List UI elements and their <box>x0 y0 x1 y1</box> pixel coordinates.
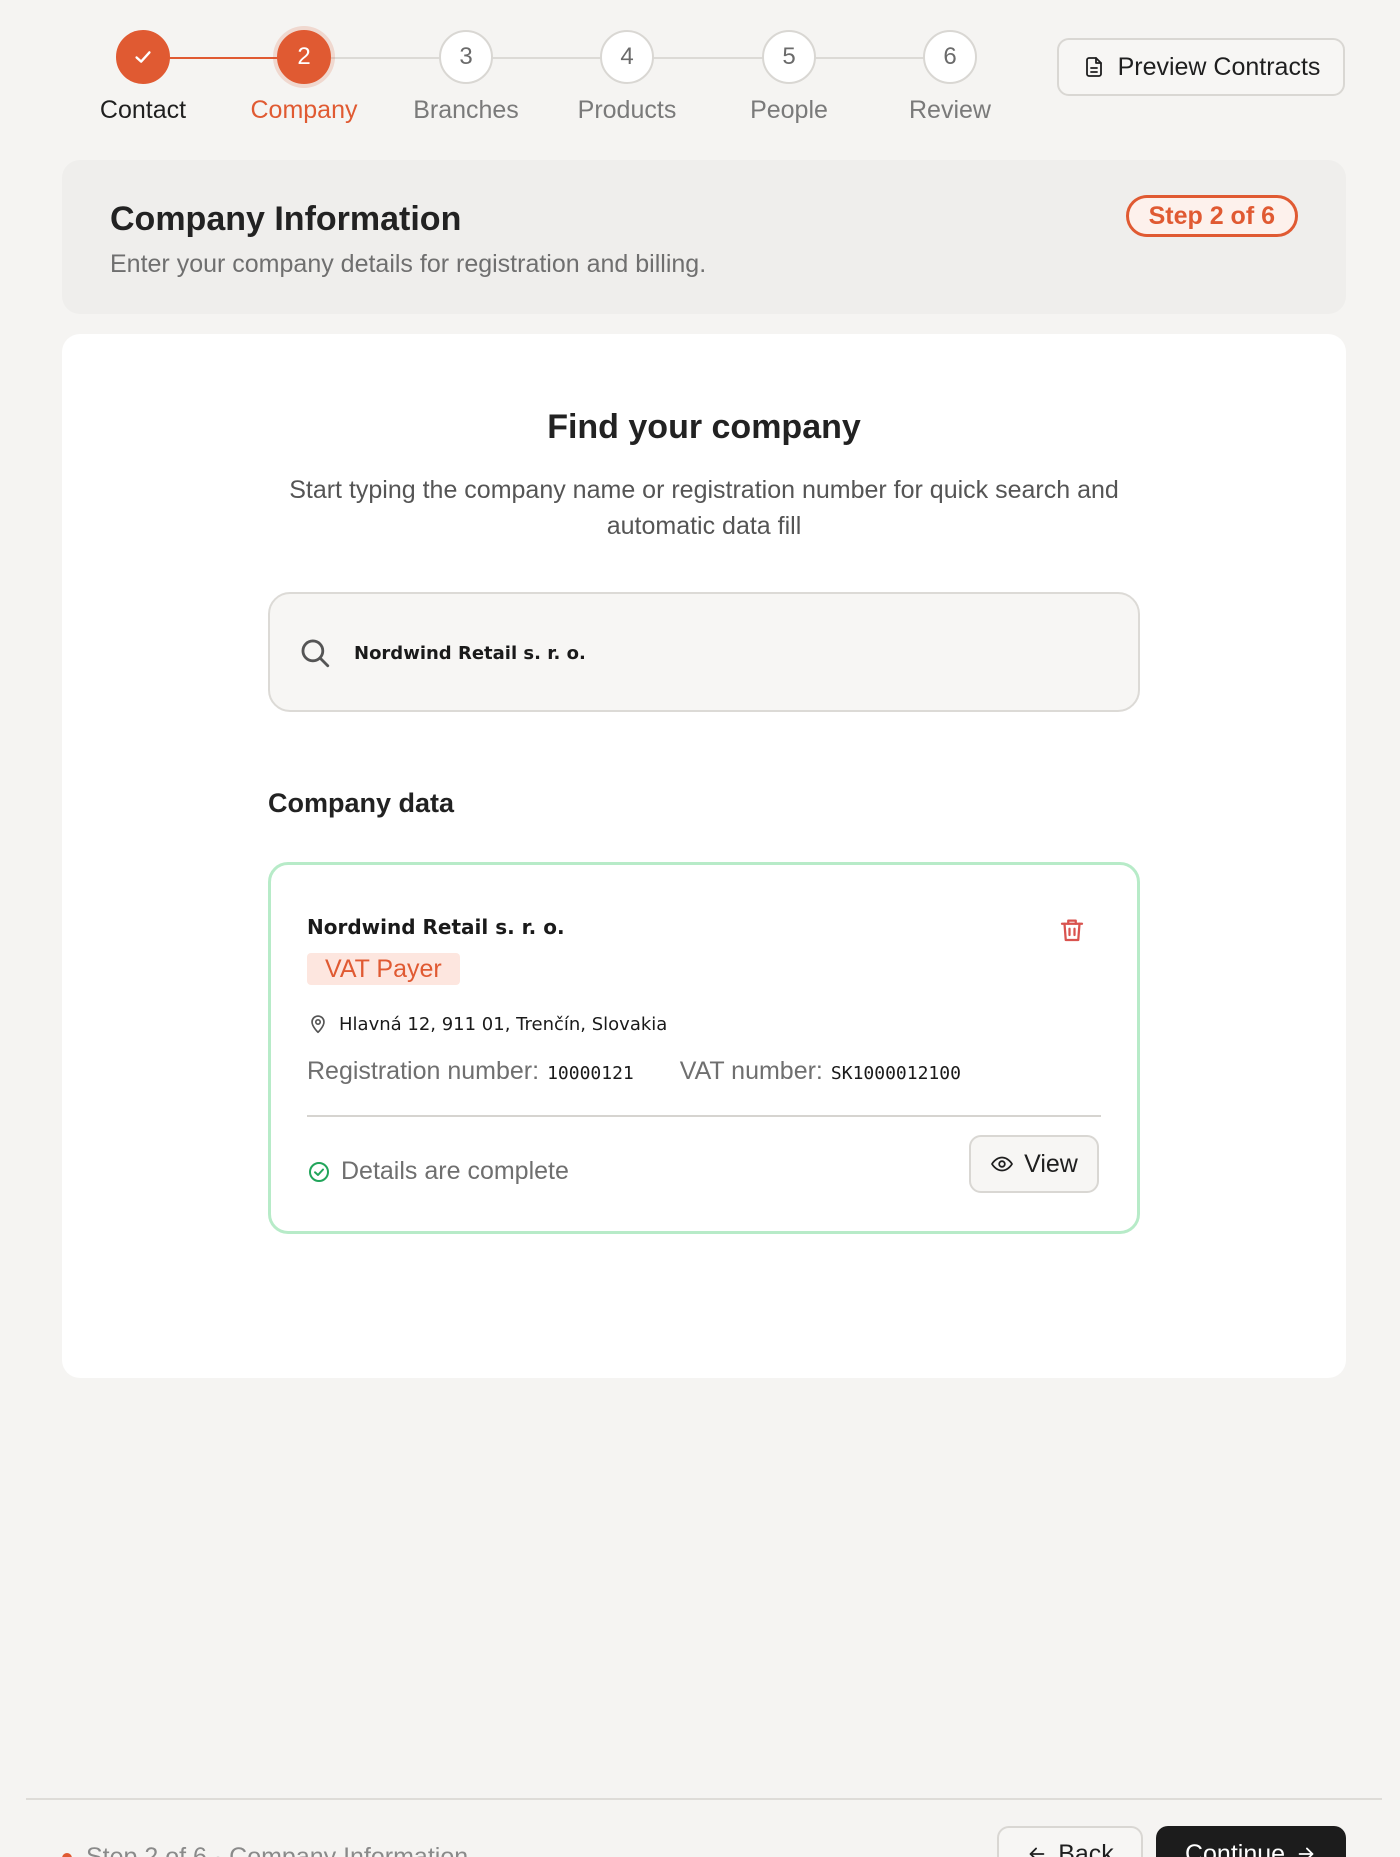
company-data-card: Nordwind Retail s. r. o. VAT Payer Hlavn… <box>268 862 1140 1234</box>
preview-contracts-label: Preview Contracts <box>1117 52 1321 81</box>
check-circle-icon <box>309 1161 329 1182</box>
step-people[interactable]: 5 People <box>708 30 870 125</box>
continue-label: Continue <box>1184 1839 1286 1857</box>
page-subtitle: Enter your company details for registrat… <box>110 250 707 278</box>
company-search-input[interactable] <box>354 632 1114 674</box>
step-label: Review <box>909 96 991 124</box>
step-review[interactable]: 6 Review <box>869 30 1031 125</box>
company-identifiers: Registration number: 10000121 VAT number… <box>307 1057 961 1086</box>
vat-label: VAT number: <box>679 1057 823 1085</box>
trash-icon[interactable] <box>1057 915 1087 945</box>
arrow-left-icon <box>1029 1847 1045 1857</box>
step-label: Products <box>577 96 677 124</box>
back-label: Back <box>1058 1839 1114 1857</box>
find-company-description: Start typing the company name or registr… <box>289 476 1119 540</box>
step-label: Contact <box>99 96 187 124</box>
step-circle: 4 <box>600 30 654 84</box>
step-branches[interactable]: 3 Branches <box>385 30 547 125</box>
search-icon <box>301 639 330 668</box>
footer-divider <box>26 1798 1382 1800</box>
details-status: Details are complete <box>307 1157 569 1186</box>
step-circle: 6 <box>923 30 977 84</box>
company-address: Hlavná 12, 911 01, Trenčín, Slovakia <box>307 1013 667 1035</box>
check-icon <box>135 51 151 63</box>
step-products[interactable]: 4 Products <box>546 30 708 125</box>
step-circle <box>116 30 170 84</box>
vat-value: SK1000012100 <box>830 1063 961 1084</box>
onboarding-page: Contact 2 Company 3 Branches 4 Products … <box>0 0 1400 1857</box>
step-circle: 3 <box>439 30 493 84</box>
step-circle: 5 <box>762 30 816 84</box>
company-data-title: Company data <box>268 788 455 818</box>
address-text: Hlavná 12, 911 01, Trenčín, Slovakia <box>339 1013 668 1035</box>
document-icon <box>1085 57 1102 77</box>
location-pin-icon <box>311 1015 325 1034</box>
status-dot-icon <box>62 1852 72 1857</box>
arrow-right-icon <box>1298 1847 1314 1857</box>
registration-value: 10000121 <box>547 1063 634 1084</box>
continue-button[interactable]: Continue <box>1156 1826 1346 1857</box>
section-header-card: Company Information Enter your company d… <box>62 160 1346 314</box>
view-label: View <box>1024 1149 1078 1178</box>
back-button[interactable]: Back <box>997 1826 1143 1857</box>
step-contact[interactable]: Contact <box>62 30 224 125</box>
vat-payer-badge: VAT Payer <box>307 953 460 985</box>
progress-stepper: Contact 2 Company 3 Branches 4 Products … <box>0 0 1020 140</box>
preview-contracts-button[interactable]: Preview Contracts <box>1057 38 1345 96</box>
footer-status-text: Step 2 of 6 · Company Information <box>86 1843 469 1857</box>
page-title: Company Information <box>110 200 462 238</box>
card-divider <box>307 1115 1101 1117</box>
eye-icon <box>991 1156 1014 1172</box>
footer-status: Step 2 of 6 · Company Information <box>62 1843 468 1857</box>
step-circle: 2 <box>277 30 331 84</box>
step-label: Company <box>250 96 358 124</box>
step-badge: Step 2 of 6 <box>1125 195 1298 237</box>
company-name: Nordwind Retail s. r. o. <box>307 915 565 939</box>
registration-label: Registration number: <box>307 1057 540 1085</box>
details-status-text: Details are complete <box>341 1157 569 1185</box>
company-search-card: Find your company Start typing the compa… <box>62 334 1346 1378</box>
find-company-title: Find your company <box>547 408 861 446</box>
step-company[interactable]: 2 Company <box>223 30 385 125</box>
view-button[interactable]: View <box>969 1135 1099 1193</box>
step-label: People <box>750 96 828 124</box>
step-label: Branches <box>413 96 519 124</box>
company-search-box[interactable] <box>268 592 1140 712</box>
